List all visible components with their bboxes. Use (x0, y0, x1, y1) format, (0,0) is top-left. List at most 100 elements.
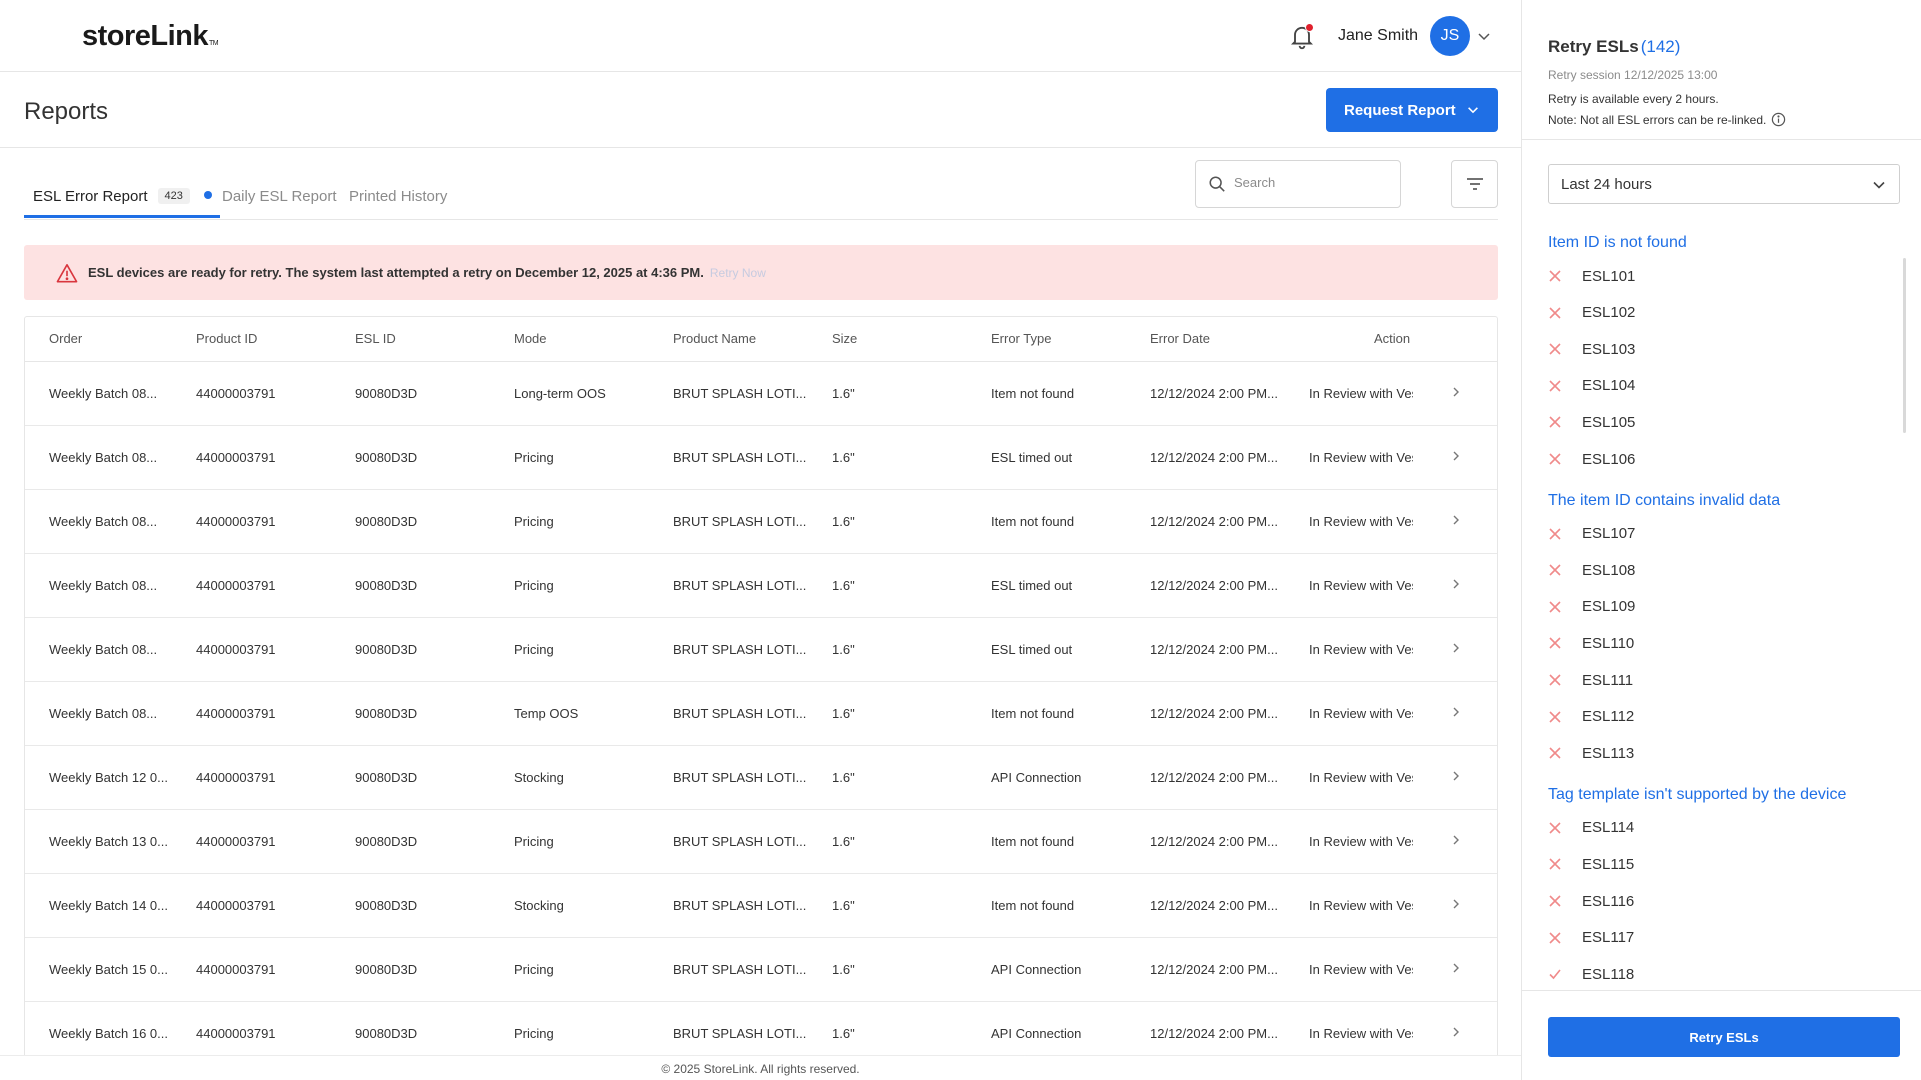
cell-order: Weekly Batch 13 0... (25, 809, 172, 874)
esl-list-item[interactable]: ESL114 (1548, 816, 1634, 840)
esl-list-item[interactable]: ESL113 (1548, 741, 1634, 765)
esl-list-item[interactable]: ESL101 (1548, 264, 1635, 288)
cell-action: In Review with Ves... (1285, 1001, 1413, 1056)
column-header-action[interactable]: Action (1285, 317, 1497, 362)
chevron-right-icon[interactable] (1451, 706, 1461, 718)
column-header-size[interactable]: Size (808, 317, 967, 362)
close-icon (1549, 307, 1561, 319)
cell-mode: Pricing (490, 1001, 649, 1056)
cell-size: 1.6" (808, 553, 967, 618)
row-open-cell[interactable] (1413, 617, 1497, 682)
table-row[interactable]: Weekly Batch 08... 44000003791 90080D3D Pri… (25, 617, 1497, 682)
row-open-cell[interactable] (1413, 745, 1497, 810)
row-open-cell[interactable] (1413, 425, 1497, 490)
close-icon (1549, 453, 1561, 465)
table-header-row: Order Product ID ESL ID Mode Product Nam… (25, 317, 1497, 362)
relink-note: Note: Not all ESL errors can be re-linke… (1548, 112, 1786, 127)
row-open-cell[interactable] (1413, 873, 1497, 938)
cell-size: 1.6" (808, 681, 967, 746)
table-row[interactable]: Weekly Batch 15 0... 44000003791 90080D3D P… (25, 937, 1497, 1002)
retry-esls-button[interactable]: Retry ESLs (1548, 1017, 1900, 1057)
table-row[interactable]: Weekly Batch 08... 44000003791 90080D3D Pri… (25, 553, 1497, 618)
esl-id: ESL112 (1582, 708, 1635, 726)
cell-action: In Review with Ves... (1285, 553, 1413, 618)
esl-list-item[interactable]: ESL102 (1548, 301, 1635, 325)
table-row[interactable]: Weekly Batch 14 0... 44000003791 90080D3D S… (25, 873, 1497, 938)
chevron-right-icon[interactable] (1451, 898, 1461, 910)
tab-daily-esl-report[interactable]: Daily ESL Report (204, 188, 337, 205)
chevron-right-icon[interactable] (1451, 1026, 1461, 1038)
esl-list-item[interactable]: ESL117 (1548, 926, 1634, 950)
cell-product-name: BRUT SPLASH LOTI... (649, 745, 808, 810)
retry-now-link[interactable]: Retry Now (710, 266, 766, 280)
table-row[interactable]: Weekly Batch 12 0... 44000003791 90080D3D S… (25, 745, 1497, 810)
esl-list-item[interactable]: ESL107 (1548, 522, 1635, 546)
cell-esl-id: 90080D3D (331, 361, 490, 426)
column-header-error-date[interactable]: Error Date (1126, 317, 1285, 362)
esl-list-item[interactable]: ESL116 (1548, 889, 1634, 913)
table-row[interactable]: Weekly Batch 08... 44000003791 90080D3D Pri… (25, 489, 1497, 554)
search-input[interactable] (1234, 175, 1394, 190)
esl-list-item[interactable]: ESL115 (1548, 852, 1634, 876)
tab-label: Printed History (349, 188, 448, 205)
chevron-right-icon[interactable] (1451, 386, 1461, 398)
avatar[interactable]: JS (1430, 16, 1470, 56)
cell-product-name: BRUT SPLASH LOTI... (649, 937, 808, 1002)
check-icon (1549, 969, 1561, 980)
cell-error-type: API Connection (967, 1001, 1126, 1056)
chevron-right-icon[interactable] (1451, 450, 1461, 462)
esl-list-item[interactable]: ESL104 (1548, 374, 1635, 398)
request-report-button[interactable]: Request Report (1326, 88, 1498, 132)
chevron-right-icon[interactable] (1451, 962, 1461, 974)
table-row[interactable]: Weekly Batch 08... 44000003791 90080D3D Pri… (25, 425, 1497, 490)
esl-list-item[interactable]: ESL112 (1548, 705, 1634, 729)
filter-button[interactable] (1451, 160, 1498, 208)
column-header-product-name[interactable]: Product Name (649, 317, 808, 362)
row-open-cell[interactable] (1413, 681, 1497, 746)
row-open-cell[interactable] (1413, 553, 1497, 618)
column-header-esl-id[interactable]: ESL ID (331, 317, 490, 362)
esl-list-item[interactable]: ESL106 (1548, 447, 1635, 471)
table-row[interactable]: Weekly Batch 08... 44000003791 90080D3D Lon… (25, 361, 1497, 426)
table-row[interactable]: Weekly Batch 08... 44000003791 90080D3D Tem… (25, 681, 1497, 746)
tab-esl-error-report[interactable]: ESL Error Report 423 (33, 188, 190, 205)
esl-list-item[interactable]: ESL108 (1548, 558, 1635, 582)
time-range-select[interactable]: Last 24 hours (1548, 164, 1900, 204)
page-footer: © 2025 StoreLink. All rights reserved. (0, 1055, 1521, 1080)
table-row[interactable]: Weekly Batch 16 0... 44000003791 90080D3D P… (25, 1001, 1497, 1056)
storelink-logo[interactable]: storeLinkTM (82, 20, 219, 53)
row-open-cell[interactable] (1413, 1001, 1497, 1056)
esl-list-item[interactable]: ESL109 (1548, 595, 1635, 619)
cell-mode: Pricing (490, 937, 649, 1002)
table-row[interactable]: Weekly Batch 13 0... 44000003791 90080D3D P… (25, 809, 1497, 874)
page-header: Reports Request Report (0, 72, 1521, 148)
chevron-right-icon[interactable] (1451, 642, 1461, 654)
row-open-cell[interactable] (1413, 489, 1497, 554)
chevron-right-icon[interactable] (1451, 578, 1461, 590)
esl-list-item[interactable]: ESL103 (1548, 337, 1635, 361)
esl-id: ESL114 (1582, 819, 1635, 837)
esl-list-item[interactable]: ESL105 (1548, 410, 1635, 434)
column-header-error-type[interactable]: Error Type (967, 317, 1126, 362)
column-header-mode[interactable]: Mode (490, 317, 649, 362)
esl-list-item[interactable]: ESL111 (1548, 668, 1633, 692)
cell-error-type: API Connection (967, 937, 1126, 1002)
esl-list-item[interactable]: ESL110 (1548, 631, 1634, 655)
chevron-right-icon[interactable] (1451, 514, 1461, 526)
time-range-value: Last 24 hours (1561, 175, 1652, 193)
chevron-right-icon[interactable] (1451, 770, 1461, 782)
esl-list-item[interactable]: ESL118 (1548, 962, 1634, 986)
row-open-cell[interactable] (1413, 809, 1497, 874)
user-name[interactable]: Jane Smith (1338, 27, 1418, 45)
column-header-order[interactable]: Order (25, 317, 172, 362)
row-open-cell[interactable] (1413, 361, 1497, 426)
column-header-product-id[interactable]: Product ID (172, 317, 331, 362)
info-icon[interactable] (1771, 112, 1786, 127)
cell-order: Weekly Batch 15 0... (25, 937, 172, 1002)
row-open-cell[interactable] (1413, 937, 1497, 1002)
cell-order: Weekly Batch 08... (25, 489, 172, 554)
tab-printed-history[interactable]: Printed History (349, 188, 447, 205)
chevron-right-icon[interactable] (1451, 834, 1461, 846)
chevron-down-icon[interactable] (1476, 28, 1492, 44)
cell-error-type: ESL timed out (967, 553, 1126, 618)
